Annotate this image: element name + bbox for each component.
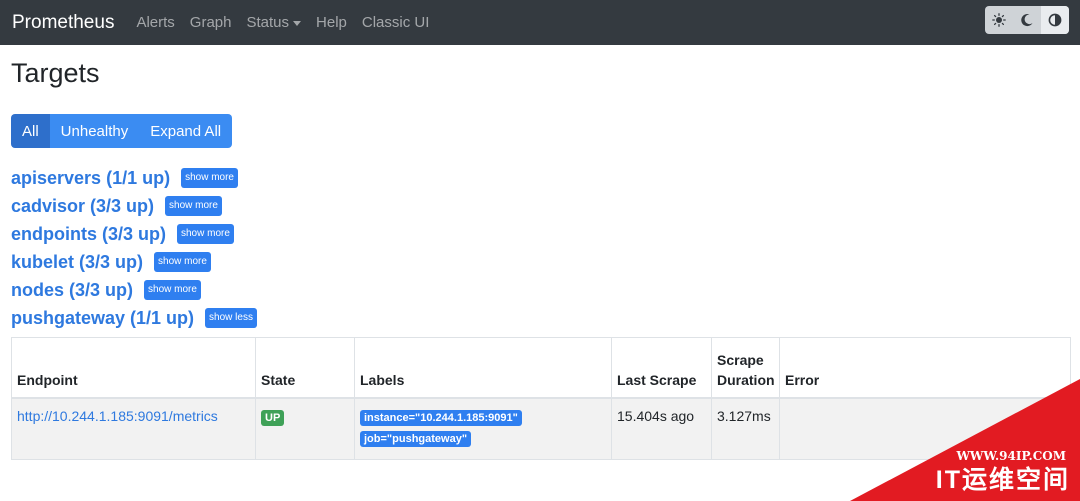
nav-status-dropdown[interactable]: Status [247, 14, 302, 31]
header-scrape-duration-line1: Scrape [717, 352, 764, 368]
job-item-endpoints: endpoints (3/3 up) show more [11, 220, 257, 248]
half-circle-icon [1048, 13, 1062, 27]
job-title[interactable]: nodes (3/3 up) [11, 280, 133, 301]
moon-icon [1021, 14, 1033, 27]
show-more-button[interactable]: show more [144, 280, 201, 300]
nav-graph[interactable]: Graph [190, 14, 232, 31]
watermark-name: IT运维空间 [935, 466, 1070, 494]
show-less-button[interactable]: show less [205, 308, 257, 328]
endpoint-link[interactable]: http://10.244.1.185:9091/metrics [17, 408, 218, 424]
expand-all-button[interactable]: Expand All [139, 114, 233, 148]
job-title[interactable]: pushgateway (1/1 up) [11, 308, 194, 329]
show-more-button[interactable]: show more [177, 224, 234, 244]
job-item-nodes: nodes (3/3 up) show more [11, 276, 257, 304]
show-more-button[interactable]: show more [154, 252, 211, 272]
label-badge-job: job="pushgateway" [360, 431, 472, 447]
header-labels[interactable]: Labels [354, 337, 612, 399]
filter-unhealthy-button[interactable]: Unhealthy [49, 114, 140, 148]
state-cell: UP [255, 397, 355, 460]
endpoint-cell: http://10.244.1.185:9091/metrics [11, 397, 256, 460]
header-scrape-duration[interactable]: Scrape Duration [711, 337, 780, 399]
job-item-kubelet: kubelet (3/3 up) show more [11, 248, 257, 276]
show-more-button[interactable]: show more [165, 196, 222, 216]
sun-icon [992, 13, 1006, 27]
header-last-scrape[interactable]: Last Scrape [611, 337, 712, 399]
label-badge-instance: instance="10.244.1.185:9091" [360, 410, 522, 426]
navbar: Prometheus Alerts Graph Status Help Clas… [0, 0, 1080, 45]
nav-alerts[interactable]: Alerts [136, 14, 174, 31]
labels-cell: instance="10.244.1.185:9091" job="pushga… [354, 397, 612, 460]
nav-status-label: Status [246, 14, 290, 31]
job-title[interactable]: apiservers (1/1 up) [11, 168, 170, 189]
theme-toggle-group [985, 6, 1069, 34]
nav-help[interactable]: Help [316, 14, 347, 31]
filter-all-button[interactable]: All [11, 114, 50, 148]
job-item-pushgateway: pushgateway (1/1 up) show less [11, 304, 257, 332]
job-title[interactable]: cadvisor (3/3 up) [11, 196, 154, 217]
show-more-button[interactable]: show more [181, 168, 238, 188]
status-badge: UP [261, 410, 285, 426]
job-item-apiservers: apiservers (1/1 up) show more [11, 164, 257, 192]
auto-theme-button[interactable] [1041, 6, 1069, 34]
filter-button-group: All Unhealthy Expand All [11, 114, 233, 148]
chevron-down-icon [293, 20, 302, 26]
header-scrape-duration-line2: Duration [717, 372, 775, 388]
header-endpoint[interactable]: Endpoint [11, 337, 256, 399]
job-title[interactable]: endpoints (3/3 up) [11, 224, 166, 245]
job-item-cadvisor: cadvisor (3/3 up) show more [11, 192, 257, 220]
scrape-duration-cell: 3.127ms [711, 397, 780, 460]
light-theme-button[interactable] [985, 6, 1013, 34]
job-list: apiservers (1/1 up) show more cadvisor (… [11, 164, 257, 332]
header-state[interactable]: State [255, 337, 355, 399]
job-title[interactable]: kubelet (3/3 up) [11, 252, 143, 273]
last-scrape-cell: 15.404s ago [611, 397, 712, 460]
nav-classic-ui[interactable]: Classic UI [362, 14, 430, 31]
dark-theme-button[interactable] [1013, 6, 1041, 34]
brand-link[interactable]: Prometheus [12, 12, 114, 34]
page-title: Targets [11, 58, 100, 88]
